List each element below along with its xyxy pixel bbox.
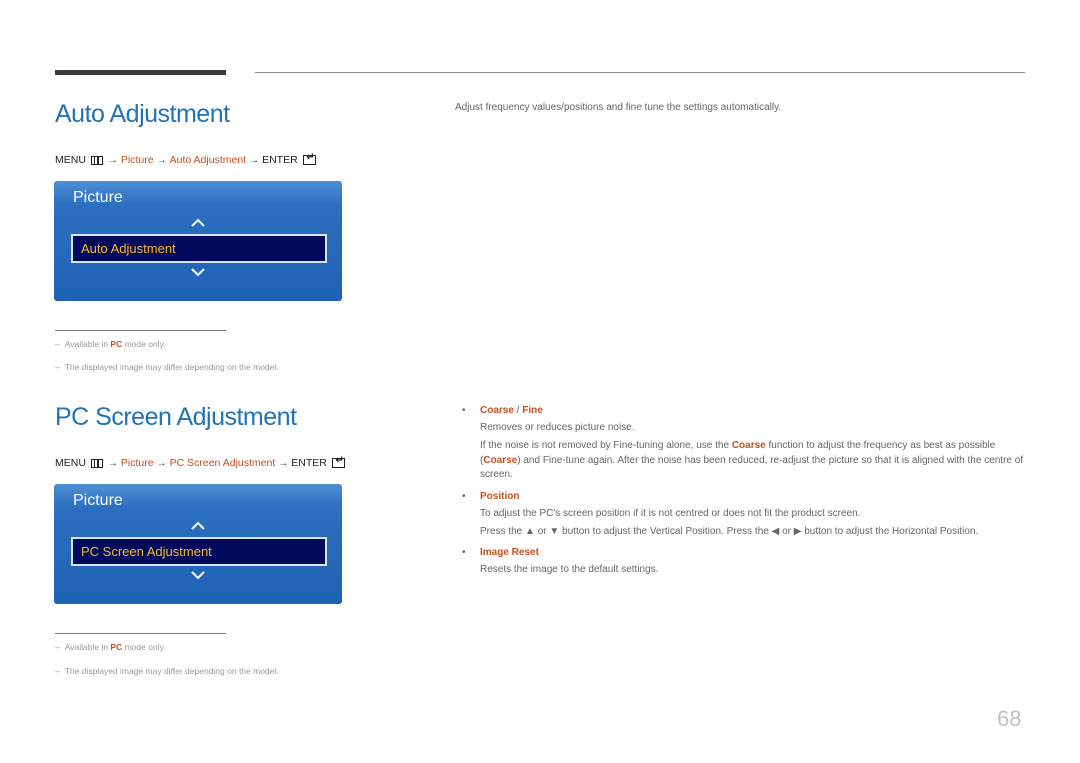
option-title: Position [480, 491, 520, 502]
chevron-up-icon[interactable] [190, 216, 206, 228]
dash-icon: – [55, 339, 60, 349]
enter-icon [302, 152, 316, 165]
note-pc-mode: – Available in PC mode only. [55, 642, 166, 652]
note-text: mode only. [122, 642, 166, 652]
text: ) and Fine-tune again. After the noise h… [480, 454, 1024, 481]
enter-label: ENTER [291, 457, 327, 469]
header-rule-thin [255, 72, 1025, 73]
bullet-icon: • [462, 491, 466, 502]
option-description: To adjust the PC's screen position if it… [480, 508, 861, 519]
note-text: Available in [64, 642, 111, 652]
section-title-auto-adjustment: Auto Adjustment [55, 100, 230, 128]
auto-adjustment-description: Adjust frequency values/positions and fi… [455, 102, 782, 113]
page-number: 68 [997, 706, 1022, 731]
menu-icon [90, 458, 103, 468]
menu-path-picture: Picture [120, 154, 154, 166]
osd-menu-picture: Picture PC Screen Adjustment [54, 484, 342, 604]
highlight-coarse: Coarse [731, 440, 766, 451]
option-title-coarse: Coarse [480, 405, 514, 416]
option-title: Coarse / Fine [480, 405, 543, 416]
osd-selected-item[interactable]: PC Screen Adjustment [71, 537, 327, 566]
arrow-icon: → [278, 457, 289, 469]
bullet-icon: • [462, 405, 466, 416]
text: If the noise is not removed by Fine-tuni… [480, 440, 732, 451]
menu-path-item: PC Screen Adjustment [169, 457, 276, 469]
bullet-icon: • [462, 547, 466, 558]
notes-divider [55, 330, 226, 331]
note-text: Available in [64, 339, 111, 349]
osd-selected-item[interactable]: Auto Adjustment [71, 234, 327, 263]
menu-label: MENU [55, 154, 86, 166]
dash-icon: – [55, 666, 60, 676]
enter-icon [331, 455, 345, 468]
note-image-differ: – The displayed image may differ dependin… [55, 362, 279, 372]
menu-icon [90, 155, 103, 165]
highlight-coarse: Coarse [483, 454, 518, 466]
chevron-down-icon[interactable] [190, 570, 206, 582]
option-detail: Press the ▲ or ▼ button to adjust the Ve… [480, 526, 979, 537]
section-title-pc-screen-adjustment: PC Screen Adjustment [55, 403, 297, 431]
header-rule-thick [55, 70, 226, 75]
osd-menu-picture: Picture Auto Adjustment [54, 181, 342, 301]
arrow-icon: → [107, 457, 118, 469]
enter-label: ENTER [262, 154, 298, 166]
osd-item-label: Auto Adjustment [81, 241, 176, 256]
osd-title: Picture [73, 492, 123, 509]
option-detail: If the noise is not removed by Fine-tuni… [480, 439, 1030, 483]
separator: / [513, 405, 523, 416]
osd-item-label: PC Screen Adjustment [81, 544, 212, 559]
notes-divider [55, 633, 226, 634]
option-title-fine: Fine [522, 405, 543, 416]
menu-path-picture: Picture [120, 457, 154, 469]
note-image-differ: – The displayed image may differ dependin… [55, 666, 279, 676]
dash-icon: – [55, 362, 60, 372]
arrow-icon: → [156, 457, 167, 469]
menu-label: MENU [55, 457, 86, 469]
note-text: The displayed image may differ depending… [64, 362, 279, 372]
note-text: The displayed image may differ depending… [64, 666, 279, 676]
note-highlight: PC [110, 642, 123, 652]
option-title: Image Reset [480, 547, 539, 558]
option-description: Removes or reduces picture noise. [480, 422, 635, 433]
arrow-icon: → [249, 154, 260, 166]
note-text: mode only. [122, 339, 166, 349]
menu-path-pc-screen-adjustment: MENU → Picture → PC Screen Adjustment → … [55, 455, 345, 469]
chevron-down-icon[interactable] [190, 267, 206, 279]
dash-icon: – [55, 642, 60, 652]
chevron-up-icon[interactable] [190, 519, 206, 531]
arrow-icon: → [156, 154, 167, 166]
menu-path-auto-adjustment: MENU → Picture → Auto Adjustment → ENTER [55, 152, 316, 166]
note-pc-mode: – Available in PC mode only. [55, 339, 166, 349]
option-description: Resets the image to the default settings… [480, 564, 659, 575]
arrow-icon: → [107, 154, 118, 166]
menu-path-item: Auto Adjustment [169, 154, 247, 166]
osd-title: Picture [73, 189, 123, 206]
note-highlight: PC [110, 339, 123, 349]
